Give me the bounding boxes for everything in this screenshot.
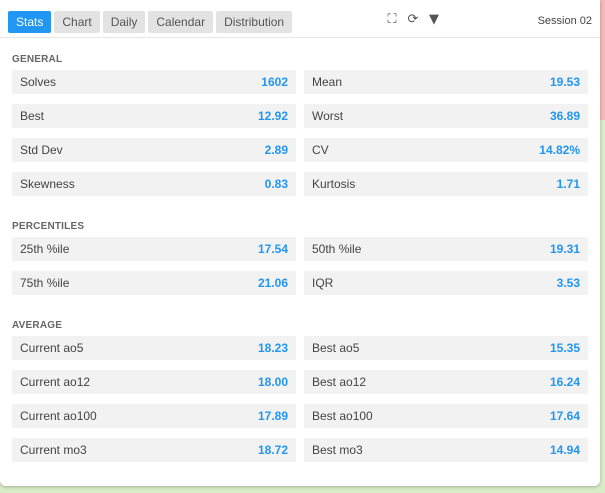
stat-current-ao5: Current ao5 18.23: [12, 336, 296, 360]
toolbar-icons: ⛶ ⟳ ▼: [385, 12, 441, 27]
stat-current-ao100: Current ao100 17.89: [12, 404, 296, 428]
fullscreen-icon[interactable]: ⛶: [385, 12, 399, 27]
general-grid: Solves 1602 Mean 19.53 Best 12.92 Worst 36.8…: [12, 70, 588, 206]
stat-current-mo3: Current mo3 18.72: [12, 438, 296, 462]
session-label: Session 02: [537, 15, 592, 27]
tab-chart[interactable]: Chart: [54, 11, 100, 33]
stat-value: 17.64: [549, 409, 580, 423]
dropdown-icon[interactable]: ▼: [427, 12, 441, 27]
stat-label: Current ao12: [20, 375, 91, 389]
stat-row: 25th %ile 17.54 50th %ile 19.31: [12, 237, 588, 261]
tab-distribution[interactable]: Distribution: [216, 11, 293, 33]
tab-daily[interactable]: Daily: [102, 11, 146, 33]
stat-row: Std Dev 2.89 CV 14.82%: [12, 138, 588, 162]
stat-iqr: IQR 3.53: [304, 271, 588, 295]
stat-label: Worst: [312, 109, 344, 123]
section-title-general: GENERAL: [12, 54, 63, 65]
percentiles-grid: 25th %ile 17.54 50th %ile 19.31 75th %ile 2…: [12, 237, 588, 305]
stat-label: Mean: [312, 75, 343, 89]
stat-value: 0.83: [264, 177, 288, 191]
stat-label: Best ao12: [312, 375, 367, 389]
toolbar: Stats Chart Daily Calendar Distribution …: [0, 0, 600, 38]
section-title-average: AVERAGE: [12, 320, 63, 331]
stat-best-mo3: Best mo3 14.94: [304, 438, 588, 462]
stat-value: 18.23: [257, 341, 288, 355]
stat-row: Best 12.92 Worst 36.89: [12, 104, 588, 128]
stat-label: Kurtosis: [312, 177, 356, 191]
stat-best: Best 12.92: [12, 104, 296, 128]
stat-value: 1.71: [556, 177, 580, 191]
stat-value: 12.92: [257, 109, 288, 123]
stat-label: Current mo3: [20, 443, 87, 457]
stat-value: 15.35: [549, 341, 580, 355]
stat-label: 75th %ile: [20, 276, 70, 290]
section-title-percentiles: PERCENTILES: [12, 221, 85, 232]
stat-value: 17.89: [257, 409, 288, 423]
stat-label: CV: [312, 143, 329, 157]
stat-best-ao5: Best ao5 15.35: [304, 336, 588, 360]
stat-label: Best mo3: [312, 443, 363, 457]
stat-value: 3.53: [556, 276, 580, 290]
stat-best-ao100: Best ao100 17.64: [304, 404, 588, 428]
stat-value: 14.82%: [539, 143, 580, 157]
stat-row: Current ao100 17.89 Best ao100 17.64: [12, 404, 588, 428]
stat-row: 75th %ile 21.06 IQR 3.53: [12, 271, 588, 295]
stat-label: 25th %ile: [20, 242, 70, 256]
stat-label: 50th %ile: [312, 242, 362, 256]
tab-stats[interactable]: Stats: [8, 11, 52, 33]
stat-value: 19.31: [549, 242, 580, 256]
stat-value: 16.24: [549, 375, 580, 389]
stat-value: 17.54: [257, 242, 288, 256]
stat-current-ao12: Current ao12 18.00: [12, 370, 296, 394]
stat-row: Current mo3 18.72 Best mo3 14.94: [12, 438, 588, 462]
stat-value: 14.94: [549, 443, 580, 457]
stat-value: 19.53: [549, 75, 580, 89]
stat-value: 21.06: [257, 276, 288, 290]
stat-75th-percentile: 75th %ile 21.06: [12, 271, 296, 295]
stat-value: 1602: [261, 75, 288, 89]
stat-label: Best ao100: [312, 409, 373, 423]
stat-label: IQR: [312, 276, 334, 290]
stat-value: 36.89: [549, 109, 580, 123]
stat-kurtosis: Kurtosis 1.71: [304, 172, 588, 196]
stat-worst: Worst 36.89: [304, 104, 588, 128]
stat-cv: CV 14.82%: [304, 138, 588, 162]
stat-mean: Mean 19.53: [304, 70, 588, 94]
stat-row: Skewness 0.83 Kurtosis 1.71: [12, 172, 588, 196]
stat-std-dev: Std Dev 2.89: [12, 138, 296, 162]
tab-calendar[interactable]: Calendar: [148, 11, 214, 33]
refresh-icon[interactable]: ⟳: [406, 12, 420, 27]
stat-skewness: Skewness 0.83: [12, 172, 296, 196]
stat-label: Current ao5: [20, 341, 84, 355]
stat-25th-percentile: 25th %ile 17.54: [12, 237, 296, 261]
stat-50th-percentile: 50th %ile 19.31: [304, 237, 588, 261]
stat-solves: Solves 1602: [12, 70, 296, 94]
stat-label: Skewness: [20, 177, 75, 191]
stat-label: Std Dev: [20, 143, 63, 157]
tab-bar: Stats Chart Daily Calendar Distribution: [8, 11, 293, 33]
stat-value: 18.72: [257, 443, 288, 457]
stat-label: Solves: [20, 75, 57, 89]
stat-label: Current ao100: [20, 409, 97, 423]
stats-panel: Stats Chart Daily Calendar Distribution …: [0, 0, 600, 486]
stat-label: Best: [20, 109, 45, 123]
stat-label: Best ao5: [312, 341, 360, 355]
stat-best-ao12: Best ao12 16.24: [304, 370, 588, 394]
stat-row: Solves 1602 Mean 19.53: [12, 70, 588, 94]
stat-value: 18.00: [257, 375, 288, 389]
stat-value: 2.89: [264, 143, 288, 157]
average-grid: Current ao5 18.23 Best ao5 15.35 Current a…: [12, 336, 588, 472]
stat-row: Current ao5 18.23 Best ao5 15.35: [12, 336, 588, 360]
stat-row: Current ao12 18.00 Best ao12 16.24: [12, 370, 588, 394]
